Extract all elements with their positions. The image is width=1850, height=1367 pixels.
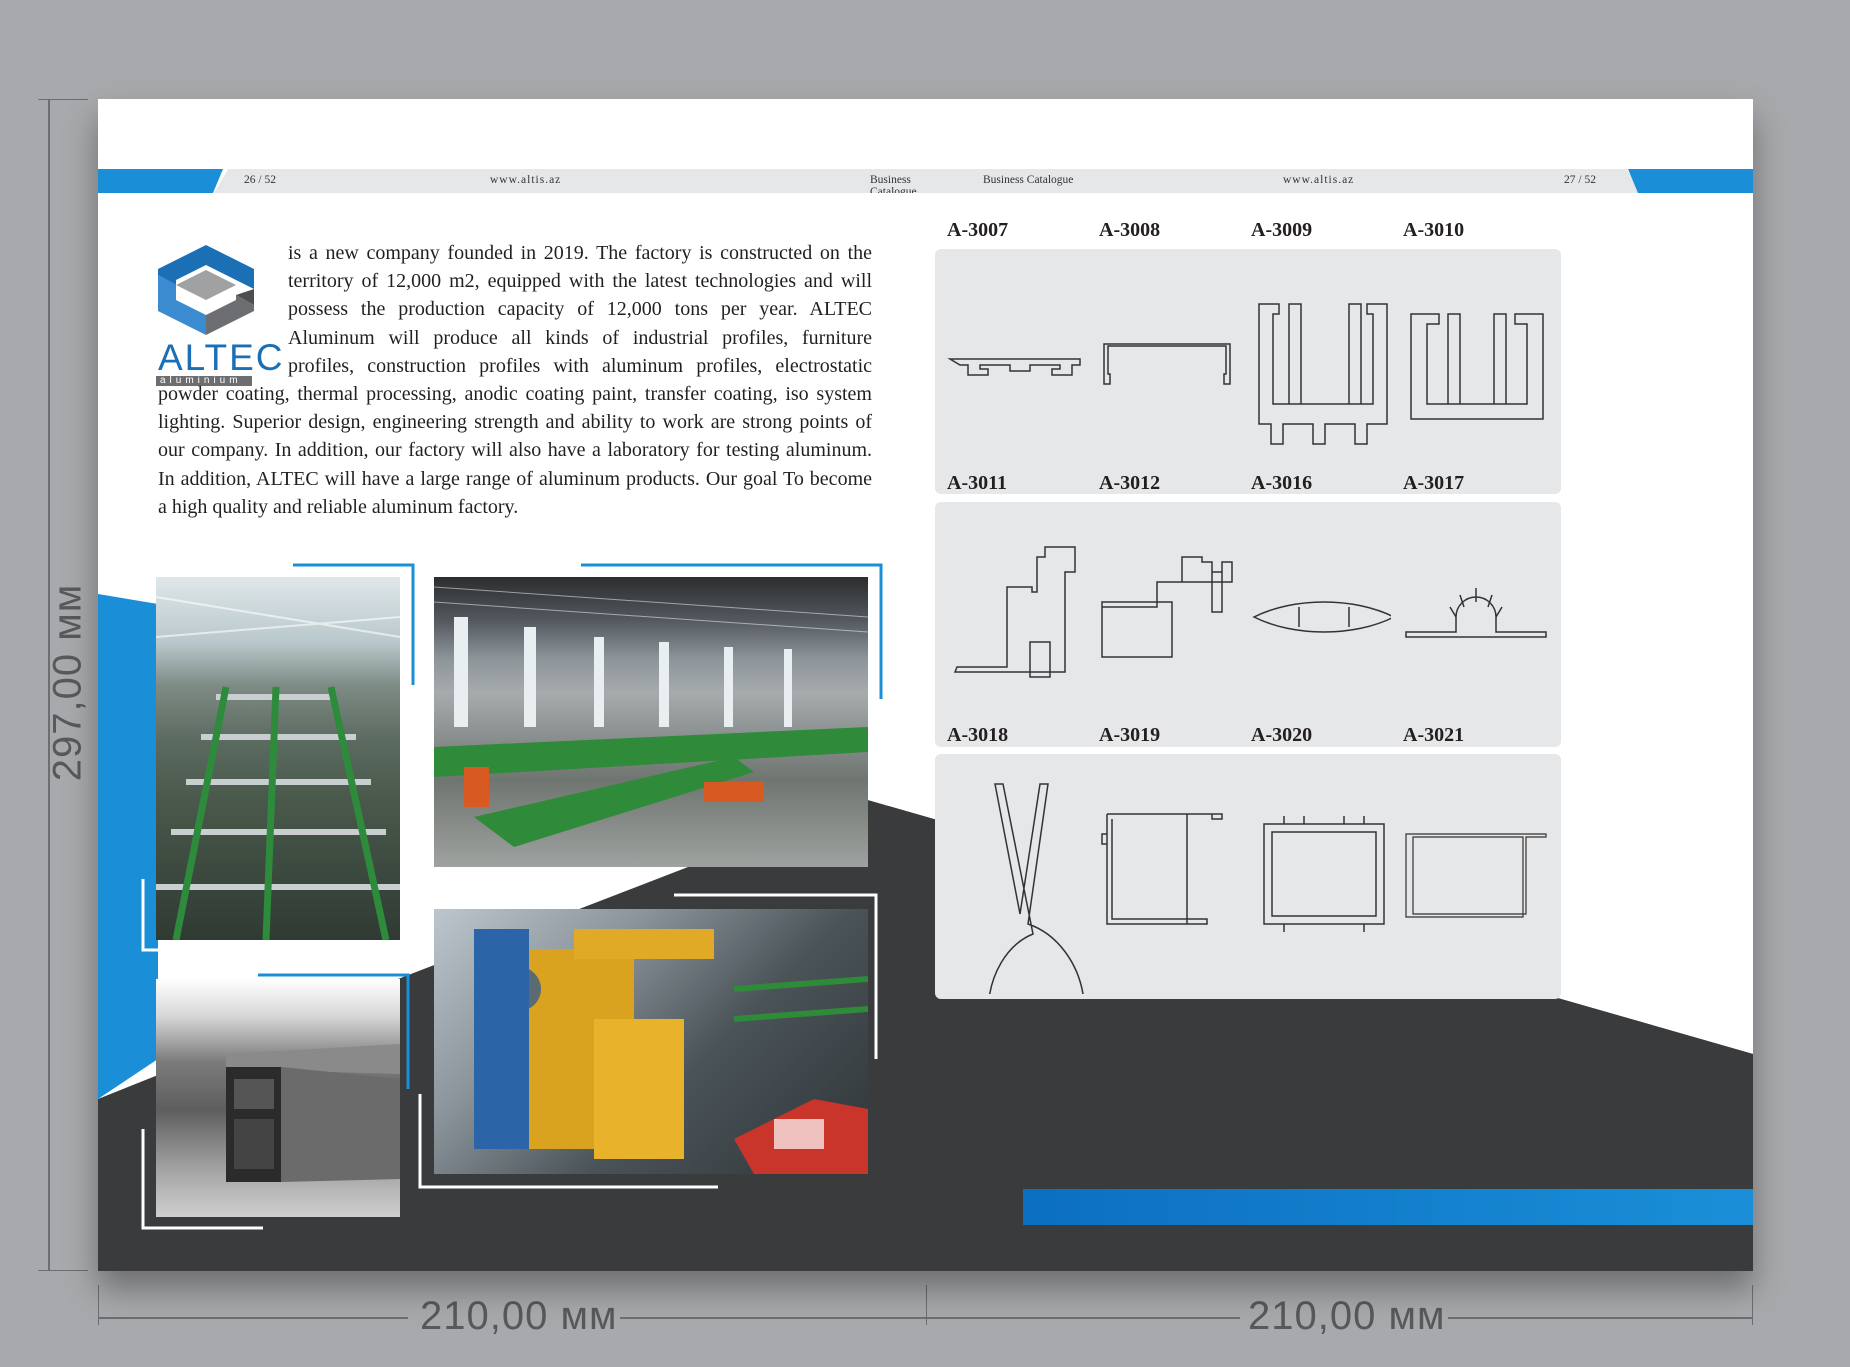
tong-profile-icon [940, 754, 1100, 1019]
profile-card [1087, 249, 1257, 494]
box-frame-profile-icon [1092, 754, 1252, 999]
channel-profile-icon [1092, 249, 1252, 494]
profile-code-label: A-3017 [1403, 472, 1465, 494]
profile-card [1391, 754, 1561, 999]
width-tick-middle [926, 1285, 927, 1325]
width-dimension-line-left-2 [620, 1317, 928, 1319]
profile-code-label: A-3007 [947, 219, 1009, 241]
profile-card [935, 502, 1105, 747]
oval-profile-icon [1244, 502, 1404, 747]
profile-code-label: A-3016 [1251, 472, 1313, 494]
right-width-label: 210,00 мм [1248, 1294, 1446, 1338]
profile-card [935, 754, 1105, 1019]
profile-card [1391, 249, 1561, 494]
profile-card [1087, 754, 1257, 999]
right-website: www.altis.az [1283, 174, 1355, 186]
roller-conveyor-photo [156, 577, 400, 940]
factory-hall-photo [434, 577, 868, 867]
frame-profile-icon [940, 502, 1100, 747]
width-dimension-line-right [928, 1317, 1240, 1319]
profile-code-label: A-3020 [1251, 724, 1313, 746]
width-dimension-line-left [98, 1317, 408, 1319]
profile-card [1239, 249, 1409, 494]
height-tick-top [38, 99, 88, 100]
profile-card [1087, 502, 1257, 747]
profile-code-label: A-3011 [947, 472, 1007, 494]
width-tick-left [98, 1285, 99, 1325]
heatsink-profile-icon [1396, 502, 1556, 747]
height-tick-bottom [38, 1270, 88, 1271]
flat-rail-profile-icon [940, 249, 1100, 494]
right-page-number: 27 / 52 [1564, 174, 1596, 186]
thin-frame-profile-icon [1396, 754, 1556, 999]
width-dimension-line-right-2 [1448, 1317, 1753, 1319]
profile-code-label: A-3009 [1251, 219, 1313, 241]
profile-card [1239, 754, 1409, 999]
header-bar-right: Business Catalogue www.altis.az 27 / 52 [926, 169, 1641, 193]
stepped-frame-profile-icon [1092, 502, 1252, 747]
double-slot-profile-icon [1244, 249, 1404, 494]
double-c-profile-icon [1396, 249, 1556, 494]
profile-code-label: A-3012 [1099, 472, 1161, 494]
profile-code-label: A-3008 [1099, 219, 1161, 241]
profile-card [935, 249, 1105, 494]
cutting-machine-photo [434, 909, 868, 1174]
catalogue-spread: 26 / 52 www.altis.az Business Catalogue … [98, 99, 1753, 1271]
profile-card [1391, 502, 1561, 747]
profile-code-label: A-3010 [1403, 219, 1465, 241]
header-blue-tab-right [1628, 169, 1753, 193]
profile-code-label: A-3018 [947, 724, 1009, 746]
rect-sash-profile-icon [1244, 754, 1404, 999]
right-catalogue-title: Business Catalogue [983, 174, 1074, 186]
profile-card [1239, 502, 1409, 747]
width-tick-right [1752, 1285, 1753, 1325]
profile-code-label: A-3019 [1099, 724, 1161, 746]
profile-closeup-photo [156, 979, 400, 1217]
left-width-label: 210,00 мм [420, 1294, 618, 1338]
profile-code-label: A-3021 [1403, 724, 1465, 746]
height-dimension-label: 297,00 мм [45, 583, 90, 782]
